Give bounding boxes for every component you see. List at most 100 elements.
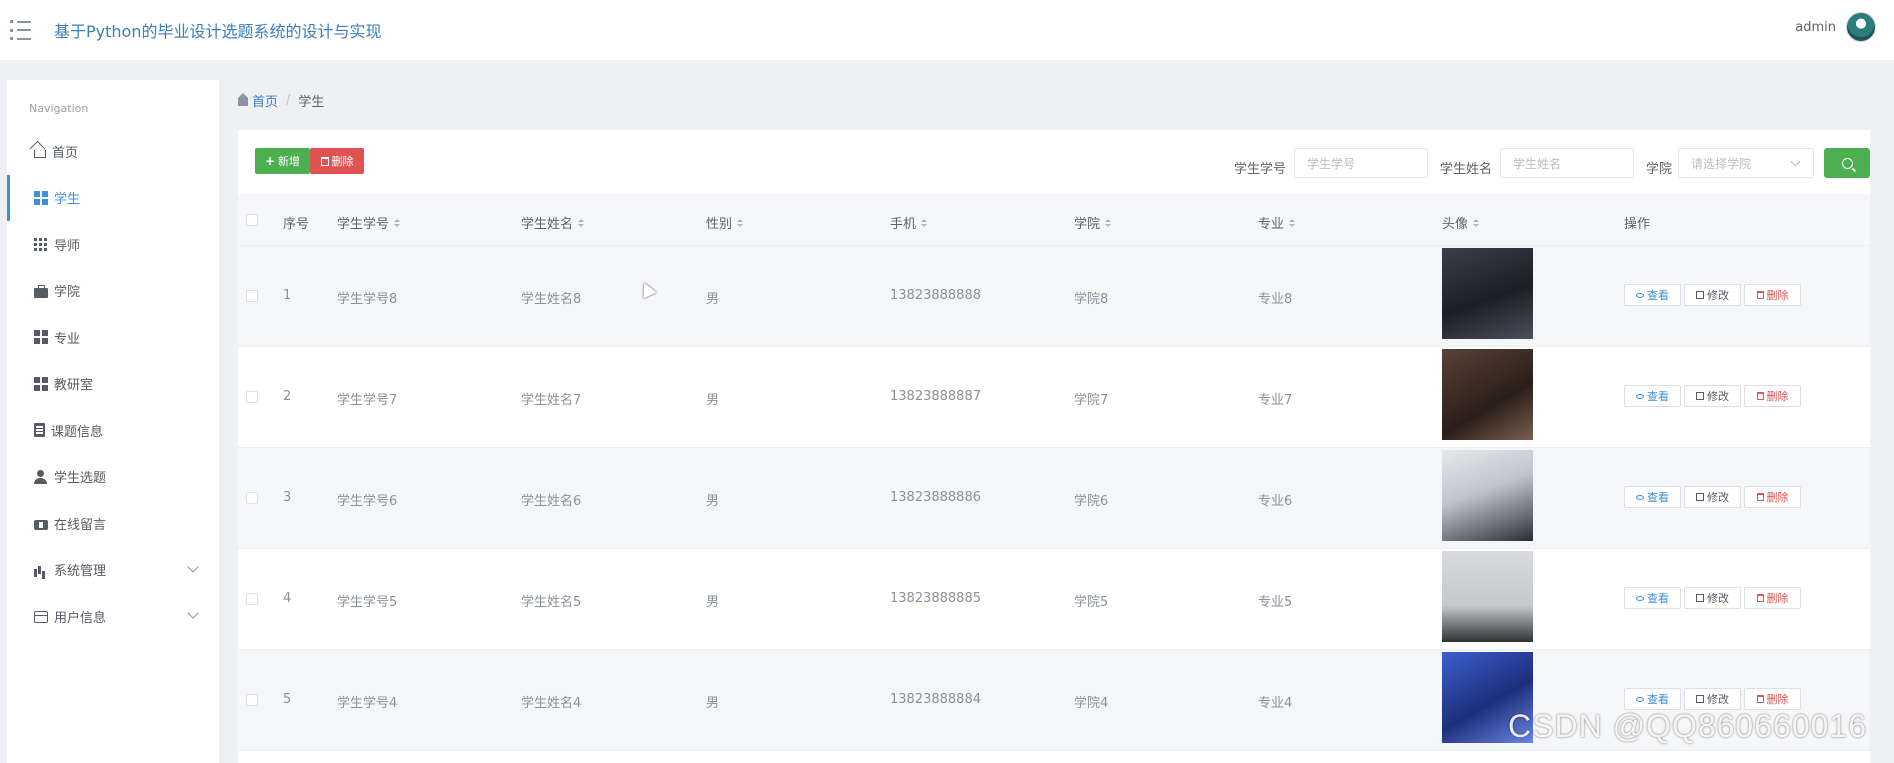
avatar[interactable] [1846, 12, 1876, 42]
edit-button[interactable]: 修改 [1684, 284, 1741, 306]
search-button[interactable] [1824, 148, 1870, 178]
edit-icon [1696, 291, 1704, 299]
row-checkbox[interactable] [246, 290, 258, 302]
cell-index: 1 [283, 288, 292, 303]
cell-major: 专业5 [1258, 595, 1293, 610]
sidebar-item-label: 首页 [52, 145, 79, 161]
edit-button[interactable]: 修改 [1684, 385, 1741, 407]
trash-icon [1756, 392, 1764, 400]
sort-icon[interactable] [1105, 218, 1112, 227]
row-checkbox[interactable] [246, 694, 258, 706]
column-phone[interactable]: 手机 [890, 213, 928, 232]
search-icon [1841, 157, 1853, 169]
breadcrumb-home[interactable]: 首页 [252, 91, 278, 110]
trash-icon [1756, 291, 1764, 299]
row-actions: 查看 修改 删除 [1624, 486, 1801, 508]
view-button[interactable]: 查看 [1624, 688, 1681, 710]
edit-icon [1696, 695, 1704, 703]
edit-button[interactable]: 修改 [1684, 587, 1741, 609]
bar-chart-icon [34, 563, 48, 577]
table-row: 4 学生学号5 学生姓名5 男 13823888885 学院5 专业5 查看 修改 删除 [238, 549, 1870, 650]
sidebar-item-topics[interactable]: 课题信息 [7, 407, 219, 454]
column-avatar[interactable]: 头像 [1442, 213, 1480, 232]
sort-icon[interactable] [1289, 218, 1296, 227]
sidebar-item-supervisors[interactable]: 导师 [7, 221, 219, 268]
sort-icon[interactable] [578, 218, 585, 227]
menu-toggle-icon[interactable] [10, 20, 34, 40]
delete-button[interactable]: 删除 [1744, 688, 1801, 710]
edit-button[interactable]: 修改 [1684, 688, 1741, 710]
sort-icon[interactable] [394, 218, 401, 227]
sidebar-item-label: 教研室 [54, 378, 94, 394]
column-student-name[interactable]: 学生姓名 [521, 213, 585, 232]
delete-button[interactable]: 删除 [1744, 284, 1801, 306]
ticket-icon [34, 519, 48, 530]
delete-button[interactable]: 删除 [1744, 385, 1801, 407]
sort-icon[interactable] [1473, 218, 1480, 227]
batch-delete-button[interactable]: 删除 [310, 148, 364, 174]
cell-major: 专业4 [1258, 696, 1293, 711]
cell-phone: 13823888884 [890, 692, 981, 707]
avatar-thumbnail[interactable] [1442, 551, 1533, 642]
avatar-thumbnail[interactable] [1442, 450, 1533, 541]
cell-student-name: 学生姓名7 [521, 393, 582, 408]
cell-phone: 13823888886 [890, 490, 981, 505]
add-button[interactable]: + 新增 [255, 148, 310, 174]
view-button[interactable]: 查看 [1624, 385, 1681, 407]
college-label: 学院 [1646, 162, 1673, 177]
eye-icon [1636, 494, 1644, 500]
chevron-down-icon [187, 607, 199, 619]
student-no-input[interactable]: 学生学号 [1294, 148, 1428, 178]
eye-icon [1636, 292, 1644, 298]
nav-heading: Navigation [29, 102, 89, 115]
cell-student-no: 学生学号4 [337, 696, 398, 711]
cell-student-name: 学生姓名5 [521, 595, 582, 610]
cell-index: 5 [283, 692, 292, 707]
row-checkbox[interactable] [246, 593, 258, 605]
sidebar-item-home[interactable]: 首页 [7, 128, 219, 175]
select-all-checkbox[interactable] [246, 214, 258, 226]
view-button[interactable]: 查看 [1624, 284, 1681, 306]
avatar-thumbnail[interactable] [1442, 349, 1533, 440]
delete-button[interactable]: 删除 [1744, 587, 1801, 609]
sidebar-item-messages[interactable]: 在线留言 [7, 500, 219, 547]
student-name-input[interactable]: 学生姓名 [1500, 148, 1634, 178]
row-checkbox[interactable] [246, 492, 258, 504]
row-checkbox[interactable] [246, 391, 258, 403]
sidebar-item-user-info[interactable]: 用户信息 [7, 593, 219, 640]
avatar-thumbnail[interactable] [1442, 248, 1533, 339]
view-button[interactable]: 查看 [1624, 486, 1681, 508]
cell-index: 4 [283, 591, 292, 606]
cell-student-name: 学生姓名4 [521, 696, 582, 711]
app-title: 基于Python的毕业设计选题系统的设计与实现 [54, 22, 382, 41]
user-menu[interactable]: admin [1795, 12, 1876, 42]
column-index: 序号 [283, 217, 310, 232]
column-college[interactable]: 学院 [1074, 213, 1112, 232]
username[interactable]: admin [1795, 20, 1836, 35]
sidebar-item-students[interactable]: 学生 [7, 174, 219, 221]
trash-icon [1756, 695, 1764, 703]
view-button[interactable]: 查看 [1624, 587, 1681, 609]
column-gender[interactable]: 性别 [706, 213, 744, 232]
column-major[interactable]: 专业 [1258, 213, 1296, 232]
sidebar-item-teaching-offices[interactable]: 教研室 [7, 361, 219, 408]
cell-index: 2 [283, 389, 292, 404]
sidebar-item-label: 系统管理 [54, 564, 107, 580]
edit-button[interactable]: 修改 [1684, 486, 1741, 508]
column-student-no[interactable]: 学生学号 [337, 213, 401, 232]
sidebar-item-label: 专业 [54, 331, 81, 347]
row-actions: 查看 修改 删除 [1624, 284, 1801, 306]
sort-icon[interactable] [737, 218, 744, 227]
cell-major: 专业7 [1258, 393, 1293, 408]
sidebar-item-system-management[interactable]: 系统管理 [7, 547, 219, 594]
cell-phone: 13823888888 [890, 288, 981, 303]
chevron-down-icon [1790, 156, 1801, 167]
sort-icon[interactable] [921, 218, 928, 227]
sidebar-item-label: 课题信息 [51, 424, 104, 440]
delete-button[interactable]: 删除 [1744, 486, 1801, 508]
sidebar-item-majors[interactable]: 专业 [7, 314, 219, 361]
cell-index: 3 [283, 490, 292, 505]
college-select[interactable]: 请选择学院 [1678, 148, 1814, 178]
sidebar-item-colleges[interactable]: 学院 [7, 268, 219, 315]
sidebar-item-topic-selection[interactable]: 学生选题 [7, 454, 219, 501]
